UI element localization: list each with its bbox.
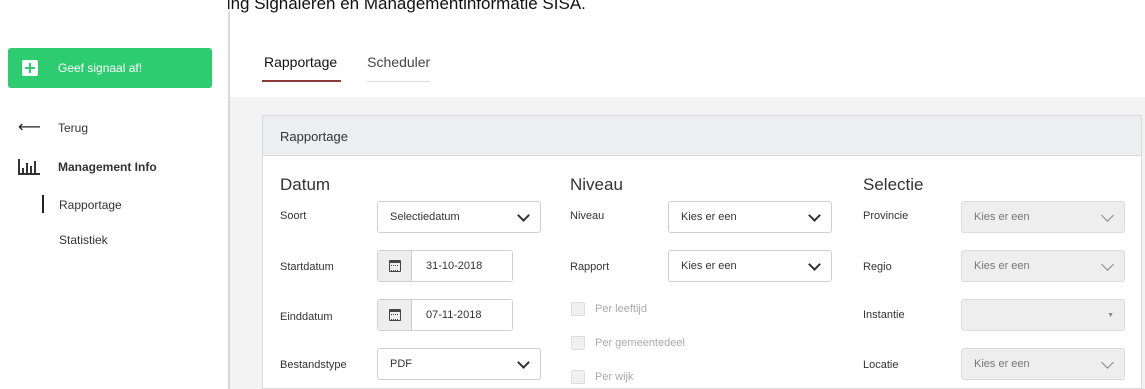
checkbox-per-leeftijd[interactable]: Per leeftijd [571,302,647,316]
locatie-label: Locatie [863,359,899,371]
niveau-label: Niveau [570,210,605,222]
chevron-down-icon [517,209,530,222]
caret-down-icon: ▼ [1107,312,1114,319]
regio-value: Kies er een [974,260,1030,272]
einddatum-input[interactable] [412,300,512,330]
section-title-datum: Datum [280,175,331,194]
checkbox-label: Per gemeentedeel [595,337,685,349]
checkbox-per-gemeentedeel[interactable]: Per gemeentedeel [571,336,685,350]
chevron-down-icon [1101,258,1114,271]
back-label: Terug [58,121,89,135]
startdatum-label: Startdatum [280,261,334,273]
section-title-niveau: Niveau [570,175,623,194]
startdatum-input[interactable] [412,251,512,281]
sidebar: Geef signaal af! ⟵ Terug Management Info… [0,0,228,389]
give-signal-button[interactable]: Geef signaal af! [8,48,212,88]
nav-statistiek-label: Statistiek [59,233,108,247]
checkbox-box[interactable] [571,302,585,316]
niveau-value: Kies er een [681,211,737,223]
panel-title: Rapportage [263,116,1141,156]
chevron-down-icon [808,209,821,222]
soort-select[interactable]: Selectiedatum [377,201,541,233]
checkbox-per-wijk[interactable]: Per wijk [571,370,634,384]
rapport-select[interactable]: Kies er een [668,250,832,282]
calendar-icon[interactable] [378,300,412,330]
startdatum-field[interactable] [377,250,513,282]
chevron-down-icon [1101,356,1114,369]
nav-management-info[interactable]: Management Info [18,159,157,175]
bar-chart-icon [18,159,40,175]
bestandstype-label: Bestandstype [280,359,347,371]
soort-label: Soort [280,210,307,222]
arrow-left-icon: ⟵ [18,119,41,136]
bestandstype-select[interactable]: PDF [377,348,541,380]
rapportage-panel: Rapportage Datum Soort Selectiedatum Sta… [262,115,1142,389]
regio-label: Regio [863,261,892,273]
tab-rapportage[interactable]: Rapportage [262,50,342,82]
tab-bar: Rapportage Scheduler [262,50,456,82]
chevron-down-icon [1101,209,1114,222]
chevron-down-icon [517,356,530,369]
instantie-label: Instantie [863,309,905,321]
einddatum-label: Einddatum [280,311,333,323]
provincie-value: Kies er een [974,211,1030,223]
calendar-icon[interactable] [378,251,412,281]
checkbox-box[interactable] [571,370,585,384]
bestandstype-value: PDF [390,358,412,370]
provincie-label: Provincie [863,210,909,222]
chevron-down-icon [808,258,821,271]
give-signal-label: Geef signaal af! [58,61,143,75]
checkbox-label: Per wijk [595,371,634,383]
checkbox-label: Per leeftijd [595,303,647,315]
nav-statistiek[interactable]: Statistiek [59,233,108,247]
locatie-value: Kies er een [974,358,1030,370]
plus-icon [22,60,38,76]
niveau-select[interactable]: Kies er een [668,201,832,233]
rapport-value: Kies er een [681,260,737,272]
back-link[interactable]: ⟵ Terug [18,119,89,136]
soort-value: Selectiedatum [390,211,460,223]
management-info-label: Management Info [58,160,157,174]
nav-rapportage-label: Rapportage [59,198,122,212]
section-title-selectie: Selectie [863,175,924,194]
instantie-select[interactable]: ▼ [961,299,1125,331]
checkbox-box[interactable] [571,336,585,350]
locatie-select[interactable]: Kies er een [961,348,1125,380]
regio-select[interactable]: Kies er een [961,250,1125,282]
tab-scheduler[interactable]: Scheduler [367,50,431,82]
einddatum-field[interactable] [377,299,513,331]
nav-rapportage[interactable]: Rapportage [42,195,122,213]
rapport-label: Rapport [570,261,610,273]
provincie-select[interactable]: Kies er een [961,201,1125,233]
